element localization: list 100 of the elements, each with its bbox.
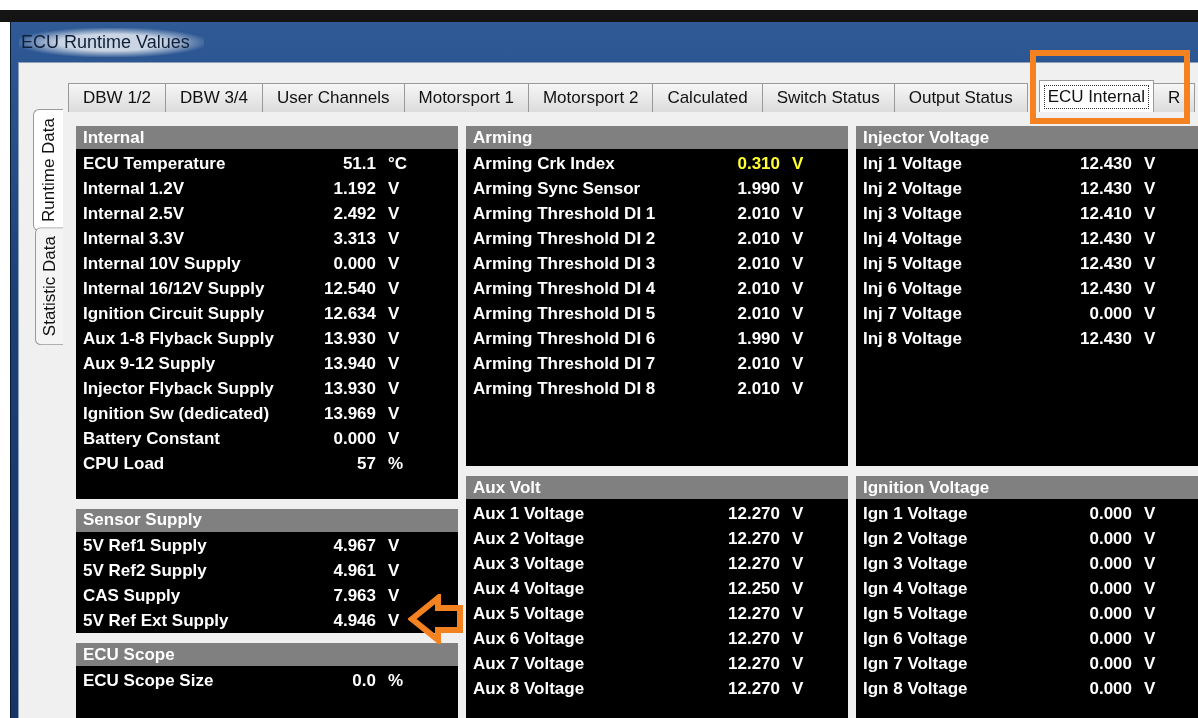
- tab[interactable]: Switch Status: [761, 83, 895, 112]
- channel-unit: V: [387, 610, 401, 631]
- tab[interactable]: DBW 1/2: [68, 83, 167, 112]
- channel-unit: V: [387, 303, 401, 324]
- channel-value: 12.270: [728, 553, 780, 574]
- channel-label: Aux 6 Voltage: [472, 628, 586, 649]
- channel-value: 2.492: [333, 203, 376, 224]
- channel-unit: V: [1143, 678, 1157, 699]
- channel-label: Battery Constant: [82, 428, 221, 449]
- panel-title: Sensor Supply: [76, 509, 458, 532]
- channel-value: 2.010: [737, 378, 780, 399]
- tab[interactable]: Output Status: [893, 83, 1028, 112]
- channel-value: 51.1: [342, 153, 376, 174]
- channel-label: Ign 4 Voltage: [862, 578, 969, 599]
- channel-value: 4.967: [333, 536, 376, 557]
- channel-label: Ign 6 Voltage: [862, 628, 969, 649]
- channel-value: 2.010: [737, 203, 780, 224]
- channel-label: CAS Supply: [82, 585, 182, 606]
- panel-title: Aux Volt: [466, 476, 848, 499]
- channel-value: 0.000: [1089, 628, 1132, 649]
- window-title: ECU Runtime Values: [19, 27, 204, 57]
- channel-unit: V: [791, 578, 805, 599]
- channel-unit: V: [1143, 628, 1157, 649]
- channel-label: 5V Ref2 Supply: [82, 561, 208, 581]
- channel-unit: V: [387, 278, 401, 299]
- channel-value: 12.270: [728, 628, 780, 649]
- tab[interactable]: DBW 3/4: [165, 83, 264, 112]
- channel-label: CPU Load: [82, 453, 166, 474]
- channel-value: 0.000: [1089, 678, 1132, 699]
- channel-unit: V: [1143, 653, 1157, 674]
- channel-label: Ignition Circuit Supply: [82, 303, 266, 324]
- channel-unit: V: [1143, 528, 1157, 549]
- channel-value: 12.634: [324, 303, 376, 324]
- channel-unit: V: [791, 178, 805, 199]
- channel-label: Inj 7 Voltage: [862, 303, 963, 324]
- channel-unit: V: [791, 653, 805, 674]
- channel-label: ECU Temperature: [82, 153, 227, 174]
- panel-title: ECU Scope: [76, 643, 458, 666]
- channel-label: Arming Threshold DI 8: [472, 378, 657, 399]
- channel-label: Injector Flyback Supply: [82, 378, 275, 399]
- panel-title: Ignition Voltage: [856, 476, 1198, 499]
- channel-value: 0.000: [1089, 603, 1132, 624]
- channel-unit: V: [387, 203, 401, 224]
- channel-label: ECU Scope Size: [82, 670, 215, 691]
- channel-value: 12.270: [728, 528, 780, 549]
- tab[interactable]: Calculated: [652, 83, 763, 112]
- channel-value: 12.270: [728, 653, 780, 674]
- tab[interactable]: ECU Internal: [1038, 80, 1154, 112]
- channel-label: Arming Threshold DI 4: [472, 278, 657, 299]
- channel-label: Ign 7 Voltage: [862, 653, 969, 674]
- tab[interactable]: User Channels: [262, 83, 405, 112]
- channel-label: 5V Ref1 Supply: [82, 536, 208, 557]
- channel-label: Aux 9-12 Supply: [82, 353, 217, 374]
- channel-label: Arming Threshold DI 2: [472, 228, 657, 249]
- channel-unit: V: [1143, 228, 1157, 249]
- channel-label: Aux 1 Voltage: [472, 503, 586, 524]
- channel-value: 12.270: [728, 603, 780, 624]
- channel-unit: V: [387, 178, 401, 199]
- side-tab[interactable]: Runtime Data: [33, 109, 63, 231]
- channel-label: Internal 2.5V: [82, 203, 186, 224]
- channel-value: 0.000: [1089, 578, 1132, 599]
- channel-unit: V: [1143, 153, 1157, 174]
- channel-value: 3.313: [333, 228, 376, 249]
- channel-label: Aux 3 Voltage: [472, 553, 586, 574]
- channel-unit: V: [791, 303, 805, 324]
- channel-unit: V: [387, 328, 401, 349]
- channel-unit: V: [387, 561, 401, 581]
- channel-unit: V: [791, 628, 805, 649]
- channel-unit: V: [387, 403, 401, 424]
- panel-title: Internal: [76, 126, 458, 149]
- channel-value: 12.270: [728, 503, 780, 524]
- channel-unit: V: [1143, 253, 1157, 274]
- side-tab[interactable]: Statistic Data: [35, 226, 63, 346]
- tab[interactable]: Motorsport 2: [527, 83, 654, 112]
- channel-unit: V: [387, 428, 401, 449]
- channel-value: 12.410: [1080, 203, 1132, 224]
- channel-label: Ign 3 Voltage: [862, 553, 969, 574]
- channel-label: Internal 16/12V Supply: [82, 278, 266, 299]
- channel-label: Ign 2 Voltage: [862, 528, 969, 549]
- channel-value: 0.000: [333, 428, 376, 449]
- tab[interactable]: Motorsport 1: [403, 83, 529, 112]
- channel-unit: V: [791, 353, 805, 374]
- channel-unit: °C: [387, 153, 409, 174]
- channel-label: Arming Threshold DI 6: [472, 328, 657, 349]
- channel-unit: V: [387, 228, 401, 249]
- channel-unit: V: [1143, 203, 1157, 224]
- channel-unit: V: [1143, 603, 1157, 624]
- channel-label: Ign 1 Voltage: [862, 503, 969, 524]
- channel-value: 1.990: [737, 178, 780, 199]
- channel-value: 0.000: [1089, 503, 1132, 524]
- channel-value: 13.969: [324, 403, 376, 424]
- channel-value: 0.0: [352, 670, 376, 691]
- channel-unit: V: [791, 253, 805, 274]
- channel-unit: V: [1143, 578, 1157, 599]
- channel-label: Aux 1-8 Flyback Supply: [82, 328, 275, 349]
- channel-unit: V: [387, 536, 401, 557]
- channel-value: 12.430: [1080, 328, 1132, 349]
- channel-value: 0.000: [333, 253, 376, 274]
- channel-label: Arming Threshold DI 5: [472, 303, 657, 324]
- panel-title: Arming: [466, 126, 848, 149]
